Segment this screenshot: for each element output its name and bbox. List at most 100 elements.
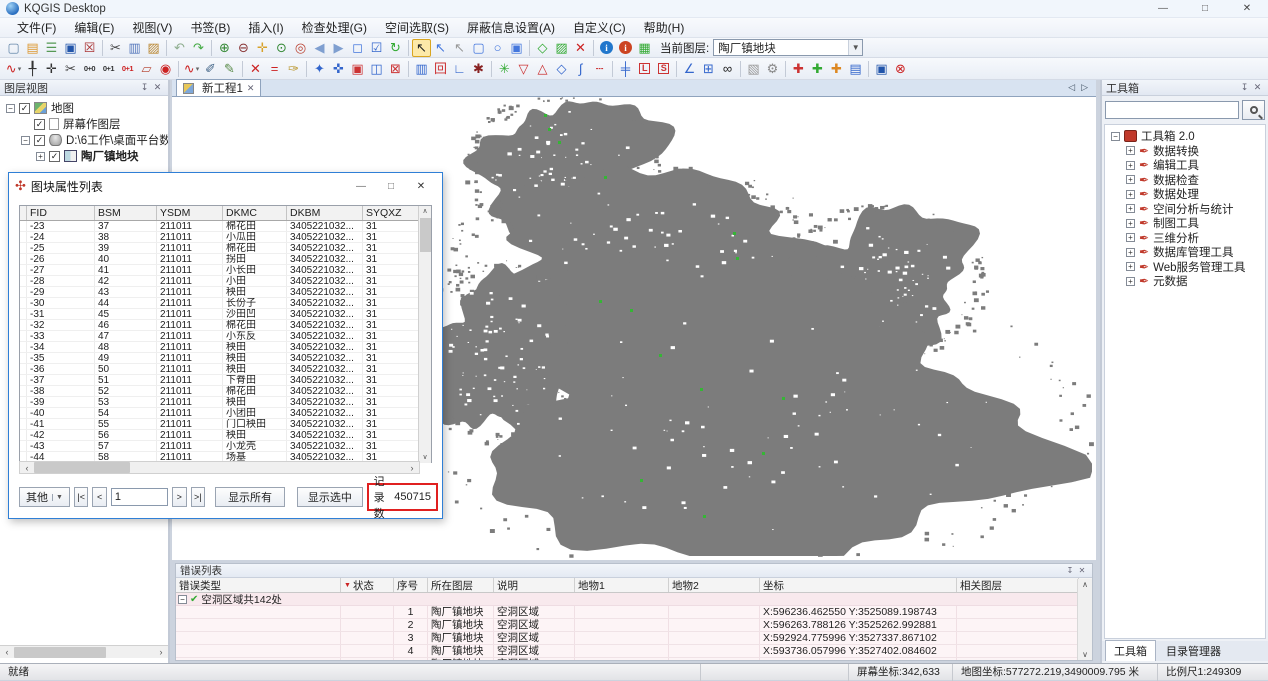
column-header-YSDM[interactable]: YSDM [157,206,223,220]
zoom-selection-button[interactable]: ◎ [291,39,310,57]
attribute-table-button[interactable]: ▦ [635,39,654,57]
tab-toolbox[interactable]: 工具箱 [1105,640,1156,661]
error-vscrollbar[interactable]: ∧ ∨ [1077,579,1092,660]
select-circle-button[interactable]: ○ [488,39,507,57]
scrollbar-thumb[interactable] [34,462,130,473]
chevron-down-icon[interactable]: ▼ [848,40,862,55]
intersect-points-button[interactable]: ✳ [495,60,514,78]
error-column-1[interactable]: ▼状态 [341,578,394,592]
menu-item-8[interactable]: 自定义(C) [564,18,635,38]
zoom-in-button[interactable]: ⊕ [215,39,234,57]
search-binoculars-button[interactable]: ∞ [718,60,737,78]
tree-item-D:\6工作\桌面平台数据[interactable]: −✓D:\6工作\桌面平台数据 [0,132,168,148]
reshape-polygon-button[interactable]: ✐ [201,60,220,78]
show-selected-button[interactable]: 显示选中 [297,487,362,507]
current-layer-combobox[interactable]: 陶厂镇地块 ▼ [713,39,863,56]
toolbox-search-input[interactable] [1105,101,1239,119]
tab-next-icon[interactable]: ▷ [1081,82,1088,93]
add-node-orange-button[interactable]: ✚ [827,60,846,78]
scroll-up-icon[interactable]: ∧ [422,207,427,215]
table-row[interactable]: -4054211011小团田3405221032...31 [20,408,431,419]
select-check-button[interactable]: ☑ [367,39,386,57]
select-hatch-button[interactable]: ▨ [552,39,571,57]
redo-button[interactable]: ↷ [189,39,208,57]
equal-length-button[interactable]: = [265,60,284,78]
previous-extent-button[interactable]: ◀ [310,39,329,57]
attribute-hscrollbar[interactable]: ‹ › [19,461,420,474]
tree-item-三维分析[interactable]: +✒三维分析 [1105,231,1265,246]
layer-checkbox[interactable]: ✓ [49,151,60,162]
export-image-button[interactable]: ▧ [744,60,763,78]
table-row[interactable]: -3852211011棉花田3405221032...31 [20,386,431,397]
expander-plus-icon[interactable]: + [1126,190,1135,199]
filter-icon[interactable]: ▼ [344,582,351,589]
layer-checkbox[interactable]: ✓ [19,103,30,114]
copy-parallel-button[interactable]: ▣ [348,60,367,78]
open-folder-button[interactable]: ▤ [23,39,42,57]
tab-catalog-manager[interactable]: 目录管理器 [1158,640,1229,661]
menu-item-4[interactable]: 插入(I) [239,18,292,38]
tree-item-数据检查[interactable]: +✒数据检查 [1105,173,1265,188]
select-rectangle-button[interactable]: ▢ [469,39,488,57]
error-column-6[interactable]: 地物2 [669,578,760,592]
show-all-button[interactable]: 显示所有 [215,487,285,507]
error-row[interactable]: 3陶厂镇地块空洞区域X:592924.775996 Y:3527337.8671… [176,632,1092,645]
tab-close-icon[interactable]: ✕ [247,83,255,94]
table-row[interactable]: -2842211011小田3405221032...31 [20,276,431,287]
scroll-right-icon[interactable]: › [405,463,419,473]
expander-plus-icon[interactable]: + [1126,233,1135,242]
label-l-button[interactable]: L [635,60,654,78]
record-number-input[interactable]: 1 [111,488,168,506]
expander-minus-icon[interactable]: − [21,136,30,145]
deselect-feature-button[interactable]: ↖ [450,39,469,57]
error-column-4[interactable]: 说明 [494,578,575,592]
first-record-button[interactable]: |< [74,487,88,507]
curve-tool-button[interactable]: ∫ [571,60,590,78]
scroll-right-icon[interactable]: › [154,647,168,657]
clear-selection-button[interactable]: ✕ [571,39,590,57]
table-row[interactable]: -3347211011小东反3405221032...31 [20,331,431,342]
select-screen-button[interactable]: ▣ [507,39,526,57]
expander-plus-icon[interactable]: + [36,152,45,161]
tree-item-地图[interactable]: −✓地图 [0,100,168,116]
cut-polygon-button[interactable]: ✎ [220,60,239,78]
table-row[interactable]: -3650211011秧田3405221032...31 [20,364,431,375]
table-row[interactable]: -2943211011秧田3405221032...31 [20,287,431,298]
zoom-out-button[interactable]: ⊖ [234,39,253,57]
dock-pin-icon[interactable]: ↧ [1064,566,1076,575]
tree-item-制图工具[interactable]: +✒制图工具 [1105,216,1265,231]
diamond-tool-button[interactable]: ◇ [552,60,571,78]
next-extent-button[interactable]: ▶ [329,39,348,57]
move-blue-button[interactable]: ✦ [310,60,329,78]
add-node-green-button[interactable]: ✚ [808,60,827,78]
error-row[interactable]: 5陶厂镇地块空洞区域X:592674.062006 Y:3527402.4211… [176,658,1092,661]
close-icon[interactable]: ✕ [1076,566,1088,575]
column-header-DKMC[interactable]: DKMC [223,206,287,220]
zoom-window-button[interactable]: ◻ [348,39,367,57]
menu-item-0[interactable]: 文件(F) [8,18,65,38]
expander-plus-icon[interactable]: + [1126,146,1135,155]
mirror-feature-button[interactable]: ◫ [367,60,386,78]
prev-record-button[interactable]: < [92,487,106,507]
table-row[interactable]: -2741211011小长田3405221032...31 [20,265,431,276]
error-group-row[interactable]: −✔空洞区域共142处 [176,593,1092,606]
table-row[interactable]: -4256211011秧田3405221032...31 [20,430,431,441]
tree-item-数据转换[interactable]: +✒数据转换 [1105,144,1265,159]
expander-plus-icon[interactable]: + [1126,161,1135,170]
tree-item-数据库管理工具[interactable]: +✒数据库管理工具 [1105,245,1265,260]
maximize-button[interactable]: □ [1184,0,1226,18]
select-feature-button[interactable]: ↖ [431,39,450,57]
attribute-form-button[interactable]: ▤ [846,60,865,78]
table-row[interactable]: -3246211011棉花田3405221032...31 [20,320,431,331]
close-document-button[interactable]: ☒ [80,39,99,57]
menu-item-2[interactable]: 视图(V) [123,18,181,38]
pan-feature-button[interactable]: ✜ [329,60,348,78]
tree-item-工具箱 2.0[interactable]: −工具箱 2.0 [1105,129,1265,144]
dialog-close-button[interactable]: ✕ [406,181,436,192]
explode-feature-button[interactable]: ✱ [469,60,488,78]
identify-button[interactable]: i [597,39,616,57]
close-icon[interactable]: ✕ [1251,82,1264,93]
settings-gear-button[interactable]: ⚙ [763,60,782,78]
expander-plus-icon[interactable]: + [1126,262,1135,271]
tree-item-屏幕作图层[interactable]: ✓屏幕作图层 [0,116,168,132]
